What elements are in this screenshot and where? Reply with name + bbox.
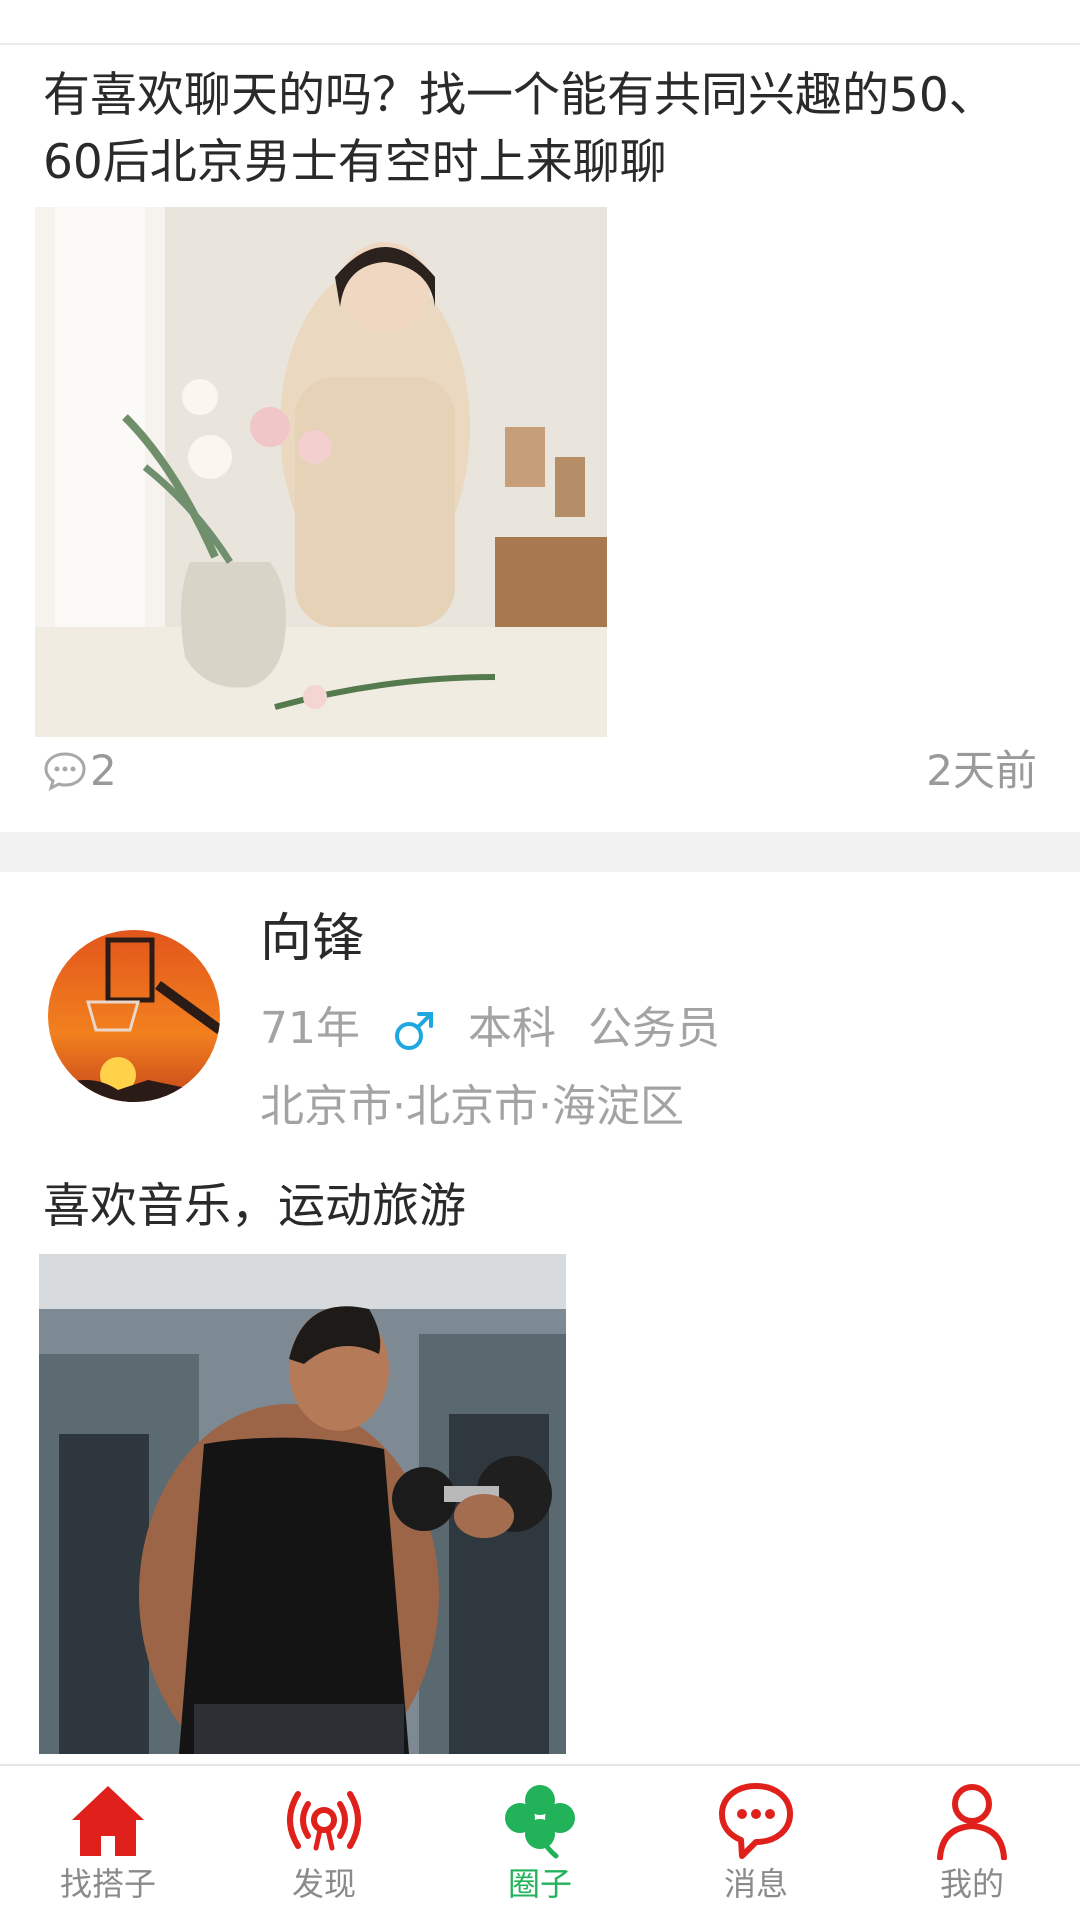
user-name[interactable]: 向锋 (260, 906, 364, 972)
tab-find-partner[interactable]: 找搭子 (0, 1766, 216, 1920)
post-meta-row: 2 2天前 (43, 745, 1037, 797)
birth-year: 71年 (260, 1003, 360, 1054)
tab-me[interactable]: 我的 (864, 1766, 1080, 1920)
tab-label: 消息 (723, 1865, 788, 1903)
tab-label: 找搭子 (59, 1865, 156, 1903)
post-title[interactable]: 有喜欢聊天的吗？找一个能有共同兴趣的50、60后北京男士有空时上来聊聊 (43, 62, 1003, 196)
comment-count: 2 (90, 746, 117, 795)
occupation: 公务员 (588, 1003, 720, 1054)
post-text[interactable]: 喜欢音乐，运动旅游 (43, 1178, 466, 1236)
tab-label: 发现 (291, 1865, 356, 1903)
post-time: 2天前 (926, 746, 1037, 795)
tab-circle[interactable]: 圈子 (432, 1766, 648, 1920)
user-info: 71年 本科 公务员 (260, 1000, 738, 1058)
top-strip (0, 0, 1080, 45)
tab-discover[interactable]: 发现 (216, 1766, 432, 1920)
post-photo-man-gym[interactable] (39, 1254, 566, 1754)
user-location: 北京市·北京市·海淀区 (260, 1081, 684, 1132)
post-photo-woman-arranging-flowers[interactable] (35, 207, 607, 737)
screen: 有喜欢聊天的吗？找一个能有共同兴趣的50、60后北京男士有空时上来聊聊 2 2天… (0, 0, 1080, 1920)
section-divider (0, 832, 1080, 872)
bottom-tab-bar: 找搭子 发现 圈子 消息 我的 (0, 1764, 1080, 1920)
clover-icon (505, 1785, 575, 1859)
chat-bubble-icon (719, 1783, 793, 1859)
tab-label: 我的 (939, 1865, 1004, 1903)
education: 本科 (468, 1003, 556, 1054)
tab-messages[interactable]: 消息 (648, 1766, 864, 1920)
male-icon (395, 1012, 433, 1050)
home-icon (72, 1786, 144, 1856)
broadcast-icon (287, 1791, 361, 1851)
avatar[interactable] (48, 930, 220, 1102)
tab-label: 圈子 (507, 1865, 572, 1903)
person-icon (937, 1784, 1007, 1860)
comment-icon[interactable] (43, 751, 87, 791)
